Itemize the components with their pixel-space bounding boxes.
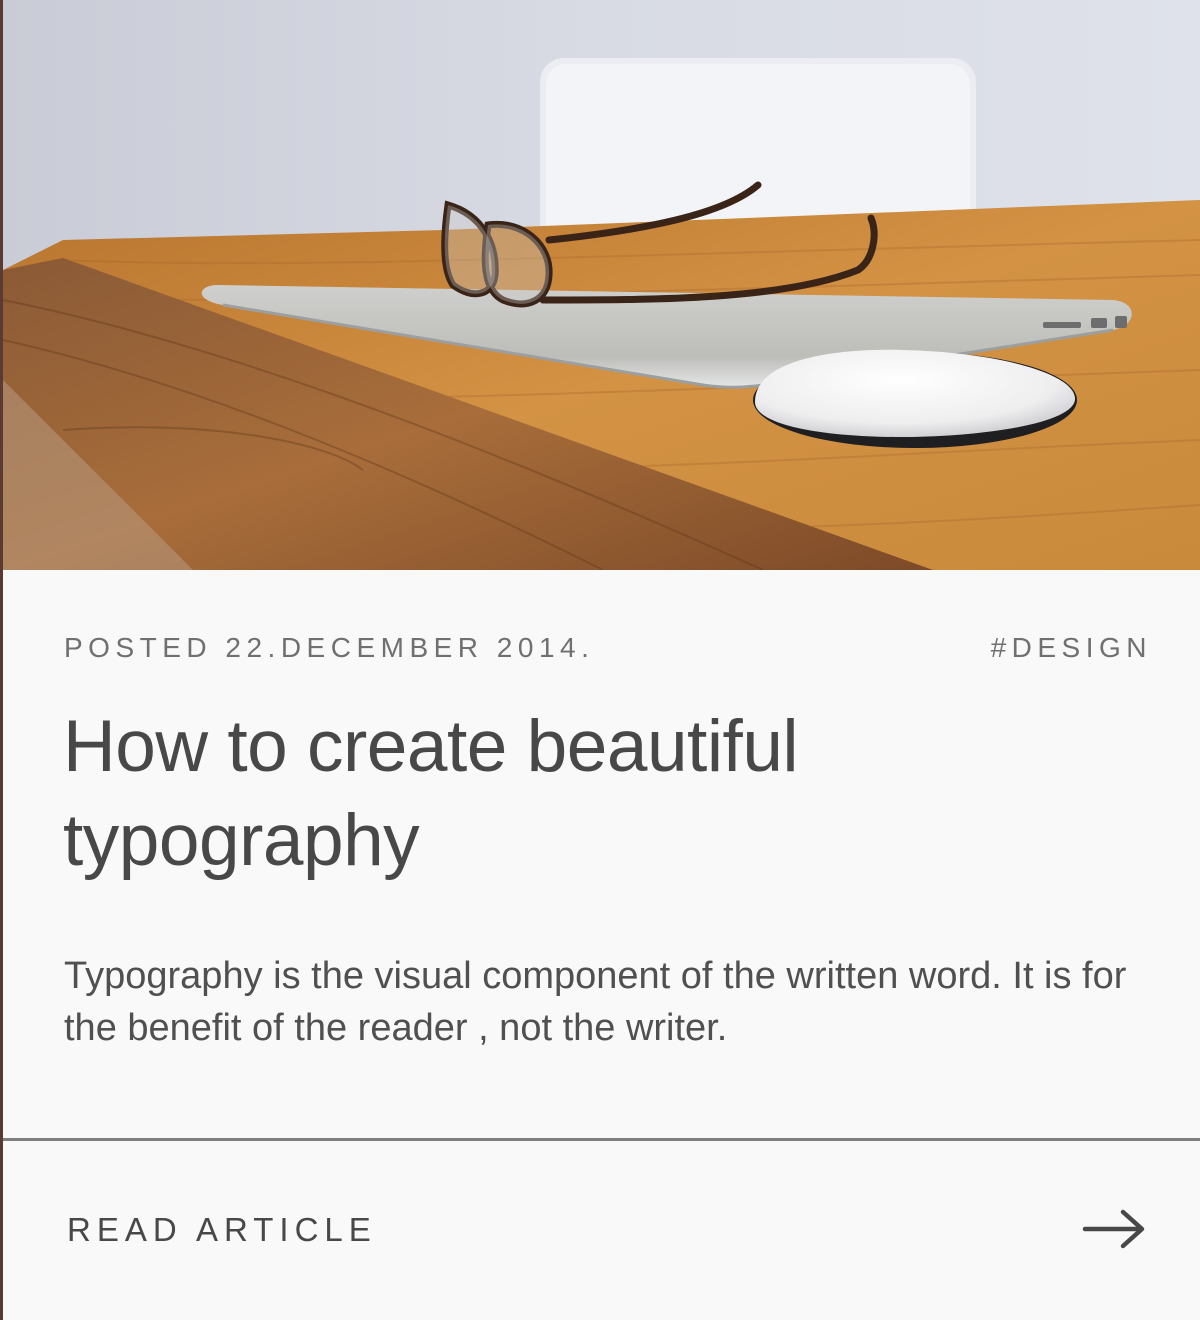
category-tag[interactable]: #DESIGN <box>991 632 1152 664</box>
article-card: POSTED 22.DECEMBER 2014. #DESIGN How to … <box>3 0 1200 1320</box>
post-meta: POSTED 22.DECEMBER 2014. #DESIGN <box>64 632 1152 668</box>
hero-image <box>3 0 1200 570</box>
article-title: How to create beautiful typography <box>63 706 799 881</box>
read-article-label: READ ARTICLE <box>67 1211 377 1248</box>
arrow-right-icon <box>1081 1207 1147 1251</box>
post-date: POSTED 22.DECEMBER 2014. <box>64 632 595 663</box>
read-article-button[interactable]: READ ARTICLE <box>3 1141 1200 1320</box>
article-excerpt: Typography is the visual component of th… <box>64 955 1127 1049</box>
